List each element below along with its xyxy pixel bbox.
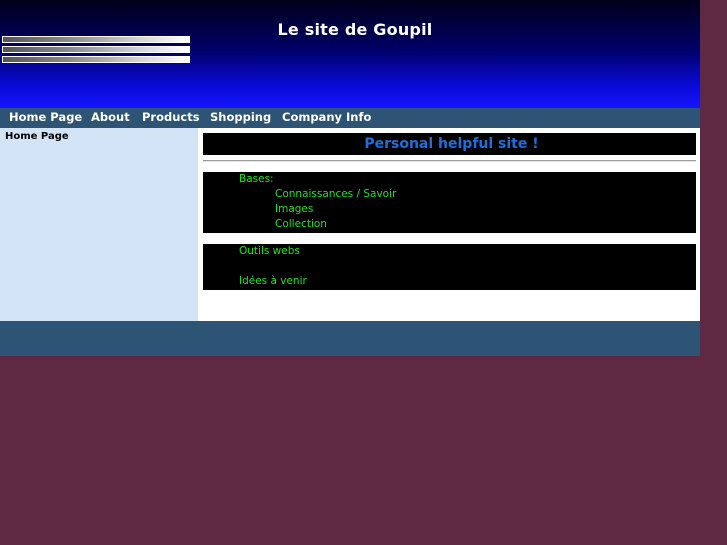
footer-bar (0, 321, 700, 356)
nav-item-products[interactable]: Products (142, 108, 200, 128)
decorative-bar (2, 46, 190, 53)
decorative-bar (2, 56, 190, 63)
link-images[interactable]: Images (275, 203, 313, 216)
link-outils-webs[interactable]: Outils webs (239, 245, 300, 258)
nav-bar: Home Page About Products Shopping Compan… (0, 108, 700, 128)
sidebar: Home Page (0, 128, 198, 321)
nav-item-home-page[interactable]: Home Page (9, 108, 82, 128)
link-collection[interactable]: Collection (275, 218, 327, 231)
decorative-bars (2, 36, 190, 66)
sidebar-item-home-page[interactable]: Home Page (5, 131, 69, 142)
tools-section: Outils webs Idées à venir (203, 244, 696, 290)
bases-section: Bases: Connaissances / Savoir Images Col… (203, 172, 696, 233)
nav-item-company-info[interactable]: Company Info (282, 108, 371, 128)
nav-item-about[interactable]: About (91, 108, 130, 128)
bases-heading: Bases: (239, 173, 274, 185)
page-headline: Personal helpful site ! (364, 136, 539, 152)
link-connaissances-savoir[interactable]: Connaissances / Savoir (275, 188, 396, 201)
divider (203, 160, 696, 162)
main-content: Personal helpful site ! Bases: Connaissa… (198, 128, 700, 321)
site-title: Le site de Goupil (277, 20, 433, 39)
header-banner: Le site de Goupil (0, 0, 700, 108)
link-idees-a-venir[interactable]: Idées à venir (239, 275, 307, 288)
page: Le site de Goupil Home Page About Produc… (0, 0, 700, 356)
headline-banner: Personal helpful site ! (203, 133, 696, 155)
nav-item-shopping[interactable]: Shopping (210, 108, 271, 128)
